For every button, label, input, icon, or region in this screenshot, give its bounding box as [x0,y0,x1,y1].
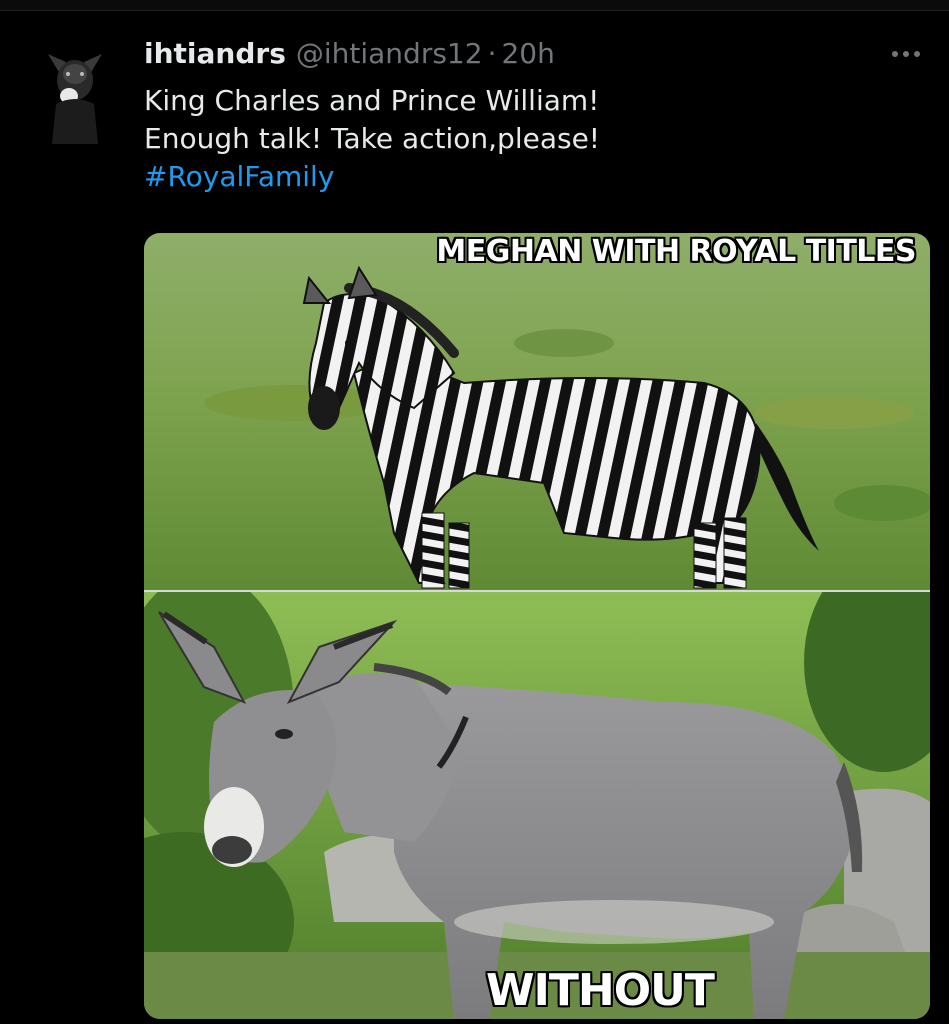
more-icon [892,51,920,57]
meme-top-caption: MEGHAN WITH ROYAL TITLES [436,234,916,269]
tweet-media[interactable]: MEGHAN WITH ROYAL TITLES WITHOUT [144,233,930,1019]
meme-bottom-panel: WITHOUT [144,592,930,1019]
tweet-header: ihtiandrs @ihtiandrs12 · 20h [144,34,555,74]
tweet-text-line: King Charles and Prince William! [144,84,600,117]
display-name[interactable]: ihtiandrs [144,34,286,74]
top-divider [0,0,949,11]
donkey-image [144,592,930,1019]
tweet-text-line: Enough talk! Take action,please! [144,122,601,155]
header-separator: · [487,37,497,70]
timestamp[interactable]: 20h [501,34,554,74]
hashtag-link[interactable]: #RoyalFamily [144,158,904,196]
avatar[interactable] [42,44,108,144]
tweet-text: King Charles and Prince William! Enough … [144,82,904,196]
user-handle[interactable]: @ihtiandrs12 [296,34,483,74]
more-options-button[interactable] [880,38,932,70]
meme-bottom-caption: WITHOUT [486,965,715,1016]
dog-avatar-icon [42,44,108,144]
zebra-image [144,233,930,590]
meme-top-panel: MEGHAN WITH ROYAL TITLES [144,233,930,590]
